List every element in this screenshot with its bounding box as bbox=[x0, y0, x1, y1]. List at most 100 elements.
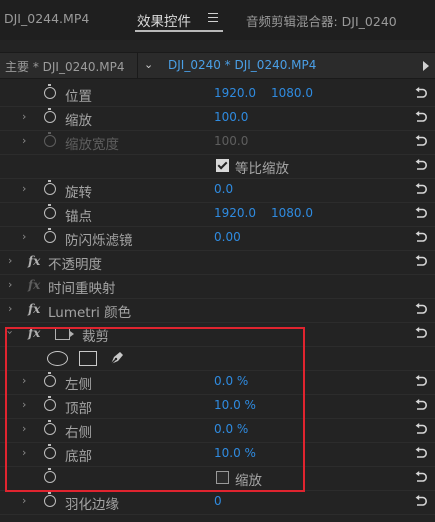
property-row-crop-zoom: 缩放 bbox=[0, 466, 435, 491]
rotation-value[interactable]: 0.0 bbox=[214, 182, 233, 196]
property-label: 羽化边缘 bbox=[65, 497, 119, 513]
reset-icon[interactable] bbox=[414, 111, 428, 124]
chevron-right-icon[interactable]: › bbox=[22, 374, 26, 387]
active-tab-underline bbox=[135, 30, 223, 32]
chevron-down-icon[interactable]: › bbox=[4, 330, 17, 334]
uniform-scale-checkbox[interactable] bbox=[216, 159, 229, 172]
property-row-position: 位置 1920.0 1080.0 bbox=[0, 82, 435, 107]
reset-icon[interactable] bbox=[414, 399, 428, 412]
effect-label: Lumetri 颜色 bbox=[48, 305, 132, 321]
chevron-down-icon[interactable]: ⌄ bbox=[144, 58, 153, 71]
effect-label: 不透明度 bbox=[48, 257, 102, 273]
crop-top-value[interactable]: 10.0 % bbox=[214, 398, 256, 412]
reset-icon[interactable] bbox=[414, 303, 428, 316]
stopwatch-icon[interactable] bbox=[44, 204, 56, 219]
anchor-x-value[interactable]: 1920.0 bbox=[214, 206, 256, 220]
effect-row-lumetri: › fx Lumetri 颜色 bbox=[0, 298, 435, 323]
position-y-value[interactable]: 1080.0 bbox=[271, 86, 313, 100]
stopwatch-icon[interactable] bbox=[44, 444, 56, 459]
chevron-right-icon[interactable]: › bbox=[22, 422, 26, 435]
stopwatch-icon[interactable] bbox=[44, 492, 56, 507]
chevron-right-icon[interactable]: › bbox=[22, 182, 26, 195]
reset-icon[interactable] bbox=[414, 471, 428, 484]
chevron-right-icon[interactable]: › bbox=[22, 134, 26, 147]
reset-icon[interactable] bbox=[414, 87, 428, 100]
property-row-scale-width: › 缩放宽度 100.0 bbox=[0, 130, 435, 155]
chevron-right-icon[interactable]: › bbox=[8, 254, 12, 267]
panel-tab-bar: DJI_0244.MP4 效果控件 音频剪辑混合器: DJI_0240 bbox=[0, 0, 435, 40]
property-label: 顶部 bbox=[65, 401, 92, 417]
property-row-rotation: › 旋转 0.0 bbox=[0, 178, 435, 203]
scale-value[interactable]: 100.0 bbox=[214, 110, 248, 124]
property-label: 位置 bbox=[65, 89, 92, 105]
crop-bottom-value[interactable]: 10.0 % bbox=[214, 446, 256, 460]
chevron-right-icon[interactable]: › bbox=[22, 230, 26, 243]
stopwatch-icon[interactable] bbox=[44, 372, 56, 387]
checkbox-label: 等比缩放 bbox=[235, 161, 289, 177]
reset-icon[interactable] bbox=[414, 423, 428, 436]
reset-icon[interactable] bbox=[414, 375, 428, 388]
reset-icon[interactable] bbox=[414, 159, 428, 172]
stopwatch-icon[interactable] bbox=[44, 84, 56, 99]
fx-icon[interactable]: fx bbox=[28, 302, 40, 316]
anti-flicker-value[interactable]: 0.00 bbox=[214, 230, 241, 244]
effect-row-crop: › fx 裁剪 bbox=[0, 322, 435, 347]
tab-source-clip[interactable]: DJI_0244.MP4 bbox=[4, 11, 89, 26]
expand-timeline-icon[interactable] bbox=[423, 61, 429, 71]
stopwatch-icon[interactable] bbox=[44, 468, 56, 483]
panel-menu-icon[interactable] bbox=[208, 13, 218, 22]
stopwatch-icon[interactable] bbox=[44, 180, 56, 195]
chevron-right-icon[interactable]: › bbox=[8, 302, 12, 315]
chevron-right-icon[interactable]: › bbox=[22, 446, 26, 459]
chevron-right-icon[interactable]: › bbox=[22, 494, 26, 507]
reset-icon[interactable] bbox=[414, 447, 428, 460]
anchor-y-value[interactable]: 1080.0 bbox=[271, 206, 313, 220]
position-x-value[interactable]: 1920.0 bbox=[214, 86, 256, 100]
chevron-right-icon[interactable]: › bbox=[8, 278, 12, 291]
property-row-crop-top: › 顶部 10.0 % bbox=[0, 394, 435, 419]
pen-mask-icon[interactable] bbox=[108, 349, 126, 367]
crop-left-value[interactable]: 0.0 % bbox=[214, 374, 248, 388]
property-label: 旋转 bbox=[65, 185, 92, 201]
fx-icon[interactable]: fx bbox=[28, 326, 40, 340]
scale-width-value: 100.0 bbox=[214, 134, 249, 148]
rectangle-mask-icon[interactable] bbox=[79, 351, 97, 366]
sequence-clip-label[interactable]: DJI_0240 * DJI_0240.MP4 bbox=[168, 58, 316, 72]
stopwatch-icon[interactable] bbox=[44, 420, 56, 435]
zoom-checkbox[interactable] bbox=[216, 471, 229, 484]
reset-icon[interactable] bbox=[414, 231, 428, 244]
stopwatch-icon[interactable] bbox=[44, 228, 56, 243]
property-row-uniform-scale: 等比缩放 bbox=[0, 154, 435, 179]
crop-effect-icon bbox=[55, 327, 74, 340]
clip-selector-bar: 主要 * DJI_0240.MP4 ⌄ DJI_0240 * DJI_0240.… bbox=[0, 52, 435, 79]
property-row-anchor-point: 锚点 1920.0 1080.0 bbox=[0, 202, 435, 227]
master-clip-label[interactable]: 主要 * DJI_0240.MP4 bbox=[5, 58, 125, 75]
fx-icon[interactable]: fx bbox=[28, 254, 40, 268]
reset-icon[interactable] bbox=[414, 327, 428, 340]
property-row-anti-flicker: › 防闪烁滤镜 0.00 bbox=[0, 226, 435, 251]
checkbox-label: 缩放 bbox=[235, 473, 262, 489]
property-row-scale: › 缩放 100.0 bbox=[0, 106, 435, 131]
feather-value[interactable]: 0 bbox=[214, 494, 222, 508]
property-row-crop-left: › 左侧 0.0 % bbox=[0, 370, 435, 395]
chevron-right-icon[interactable]: › bbox=[22, 398, 26, 411]
chevron-right-icon[interactable]: › bbox=[22, 110, 26, 123]
tab-effect-controls[interactable]: 效果控件 bbox=[137, 10, 191, 30]
stopwatch-icon[interactable] bbox=[44, 108, 56, 123]
reset-icon[interactable] bbox=[414, 135, 428, 148]
effect-label: 裁剪 bbox=[82, 329, 109, 345]
reset-icon[interactable] bbox=[414, 255, 428, 268]
reset-icon[interactable] bbox=[414, 207, 428, 220]
property-label: 缩放宽度 bbox=[65, 137, 119, 153]
crop-right-value[interactable]: 0.0 % bbox=[214, 422, 248, 436]
effect-row-time-remapping: › fx 时间重映射 bbox=[0, 274, 435, 299]
property-label: 缩放 bbox=[65, 113, 92, 129]
reset-icon[interactable] bbox=[414, 183, 428, 196]
property-label: 防闪烁滤镜 bbox=[65, 233, 133, 249]
ellipse-mask-icon[interactable] bbox=[47, 351, 68, 366]
property-row-crop-bottom: › 底部 10.0 % bbox=[0, 442, 435, 467]
reset-icon[interactable] bbox=[414, 495, 428, 508]
property-label: 右侧 bbox=[65, 425, 92, 441]
tab-audio-clip-mixer[interactable]: 音频剪辑混合器: DJI_0240 bbox=[246, 11, 397, 30]
stopwatch-icon[interactable] bbox=[44, 396, 56, 411]
